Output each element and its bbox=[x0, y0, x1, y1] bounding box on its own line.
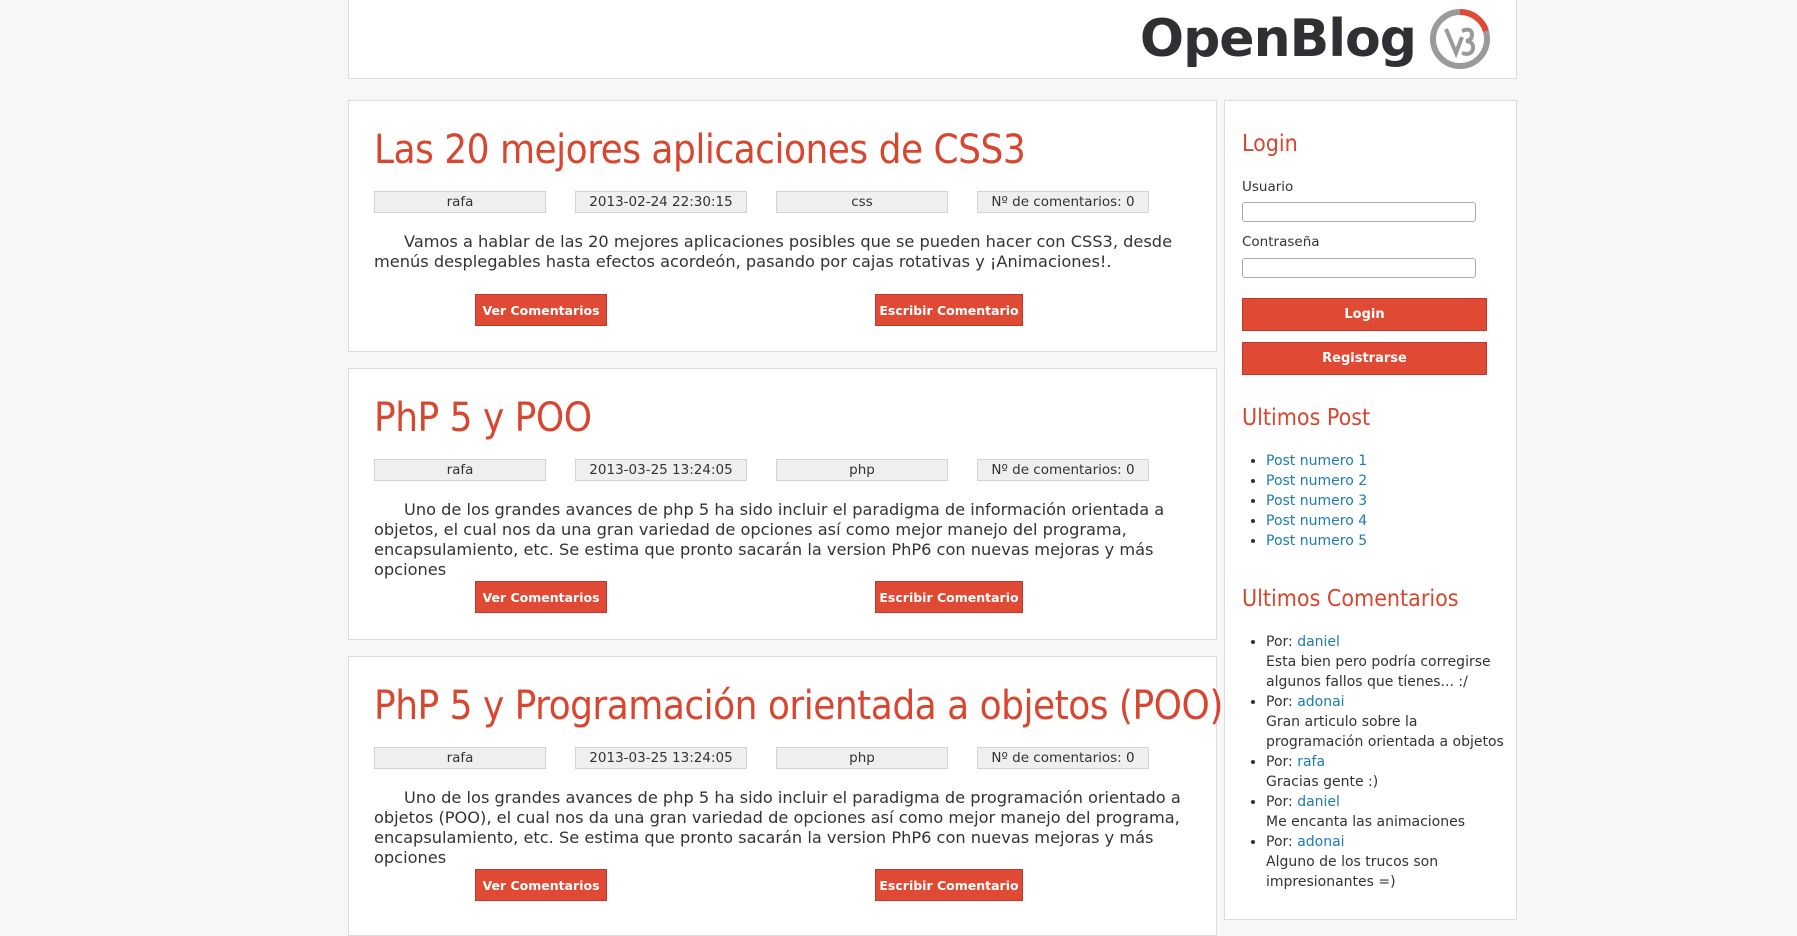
comment-prefix: Por: bbox=[1266, 754, 1298, 770]
post-author: rafa bbox=[374, 747, 546, 769]
sidebar: Login Usuario Contraseña Login Registrar… bbox=[1224, 100, 1517, 920]
comment-author-link[interactable]: daniel bbox=[1297, 794, 1340, 810]
post-card: Las 20 mejores aplicaciones de CSS3 rafa… bbox=[348, 100, 1217, 352]
view-comments-button[interactable]: Ver Comentarios bbox=[475, 294, 607, 326]
comment-prefix: Por: bbox=[1266, 694, 1298, 710]
list-item: Post numero 5 bbox=[1266, 531, 1506, 551]
comment-author-link[interactable]: rafa bbox=[1297, 754, 1325, 770]
latest-comments-heading: Ultimos Comentarios bbox=[1242, 586, 1459, 612]
password-input[interactable] bbox=[1242, 258, 1476, 278]
post-link[interactable]: Post numero 3 bbox=[1266, 493, 1367, 509]
list-item: Post numero 2 bbox=[1266, 471, 1506, 491]
post-body: Uno de los grandes avances de php 5 ha s… bbox=[374, 500, 1165, 579]
post-date: 2013-03-25 13:24:05 bbox=[575, 459, 747, 481]
comment-author-link[interactable]: adonai bbox=[1297, 694, 1344, 710]
comment-prefix: Por: bbox=[1266, 834, 1298, 850]
post-meta: rafa 2013-02-24 22:30:15 css Nº de comen… bbox=[374, 191, 1149, 213]
post-date: 2013-03-25 13:24:05 bbox=[575, 747, 747, 769]
latest-posts-heading: Ultimos Post bbox=[1242, 405, 1371, 431]
password-label: Contraseña bbox=[1242, 234, 1320, 250]
write-comment-button[interactable]: Escribir Comentario bbox=[875, 294, 1023, 326]
post-comment-count: Nº de comentarios: 0 bbox=[977, 191, 1149, 213]
post-card: PhP 5 y Programación orientada a objetos… bbox=[348, 656, 1223, 936]
username-label: Usuario bbox=[1242, 179, 1294, 195]
post-body: Uno de los grandes avances de php 5 ha s… bbox=[374, 788, 1181, 867]
comment-prefix: Por: bbox=[1266, 634, 1298, 650]
post-title[interactable]: PhP 5 y Programación orientada a objetos… bbox=[374, 683, 1223, 729]
site-header: OpenBlog bbox=[348, 0, 1517, 79]
comment-text: Me encanta las animaciones bbox=[1266, 814, 1466, 830]
login-heading: Login bbox=[1242, 131, 1298, 157]
register-button[interactable]: Registrarse bbox=[1242, 342, 1487, 375]
latest-posts-list: Post numero 1 Post numero 2 Post numero … bbox=[1242, 451, 1506, 551]
view-comments-button[interactable]: Ver Comentarios bbox=[475, 869, 607, 901]
post-link[interactable]: Post numero 5 bbox=[1266, 533, 1367, 549]
view-comments-button[interactable]: Ver Comentarios bbox=[475, 581, 607, 613]
comment-text: Gracias gente :) bbox=[1266, 774, 1379, 790]
v3-circle-logo-icon bbox=[1430, 8, 1490, 69]
comment-item: Por: adonai Gran articulo sobre la progr… bbox=[1266, 692, 1506, 752]
post-category: php bbox=[776, 459, 948, 481]
comment-item: Por: adonai Alguno de los trucos son imp… bbox=[1266, 832, 1506, 892]
post-category: php bbox=[776, 747, 948, 769]
post-link[interactable]: Post numero 2 bbox=[1266, 473, 1367, 489]
comment-text: Alguno de los trucos son impresionantes … bbox=[1266, 854, 1439, 890]
post-comment-count: Nº de comentarios: 0 bbox=[977, 747, 1149, 769]
post-author: rafa bbox=[374, 459, 546, 481]
comment-author-link[interactable]: daniel bbox=[1297, 634, 1340, 650]
comment-text: Esta bien pero podría corregirse algunos… bbox=[1266, 654, 1491, 690]
write-comment-button[interactable]: Escribir Comentario bbox=[875, 581, 1023, 613]
list-item: Post numero 4 bbox=[1266, 511, 1506, 531]
brand-name[interactable]: OpenBlog bbox=[1140, 9, 1417, 69]
comment-item: Por: daniel Me encanta las animaciones bbox=[1266, 792, 1506, 832]
post-comment-count: Nº de comentarios: 0 bbox=[977, 459, 1149, 481]
comment-item: Por: rafa Gracias gente :) bbox=[1266, 752, 1506, 792]
post-category: css bbox=[776, 191, 948, 213]
post-link[interactable]: Post numero 4 bbox=[1266, 513, 1367, 529]
comment-text: Gran articulo sobre la programación orie… bbox=[1266, 714, 1504, 750]
post-card: PhP 5 y POO rafa 2013-03-25 13:24:05 php… bbox=[348, 368, 1217, 640]
post-body: Vamos a hablar de las 20 mejores aplicac… bbox=[374, 232, 1173, 271]
post-meta: rafa 2013-03-25 13:24:05 php Nº de comen… bbox=[374, 747, 1149, 769]
post-date: 2013-02-24 22:30:15 bbox=[575, 191, 747, 213]
latest-comments-list: Por: daniel Esta bien pero podría correg… bbox=[1242, 632, 1506, 892]
write-comment-button[interactable]: Escribir Comentario bbox=[875, 869, 1023, 901]
post-title[interactable]: PhP 5 y POO bbox=[374, 395, 592, 441]
list-item: Post numero 3 bbox=[1266, 491, 1506, 511]
username-input[interactable] bbox=[1242, 202, 1476, 222]
brand[interactable]: OpenBlog bbox=[1140, 6, 1492, 72]
login-button[interactable]: Login bbox=[1242, 298, 1487, 331]
comment-item: Por: daniel Esta bien pero podría correg… bbox=[1266, 632, 1506, 692]
post-title[interactable]: Las 20 mejores aplicaciones de CSS3 bbox=[374, 127, 1026, 173]
comment-prefix: Por: bbox=[1266, 794, 1298, 810]
post-meta: rafa 2013-03-25 13:24:05 php Nº de comen… bbox=[374, 459, 1149, 481]
post-author: rafa bbox=[374, 191, 546, 213]
comment-author-link[interactable]: adonai bbox=[1297, 834, 1344, 850]
list-item: Post numero 1 bbox=[1266, 451, 1506, 471]
post-link[interactable]: Post numero 1 bbox=[1266, 453, 1367, 469]
